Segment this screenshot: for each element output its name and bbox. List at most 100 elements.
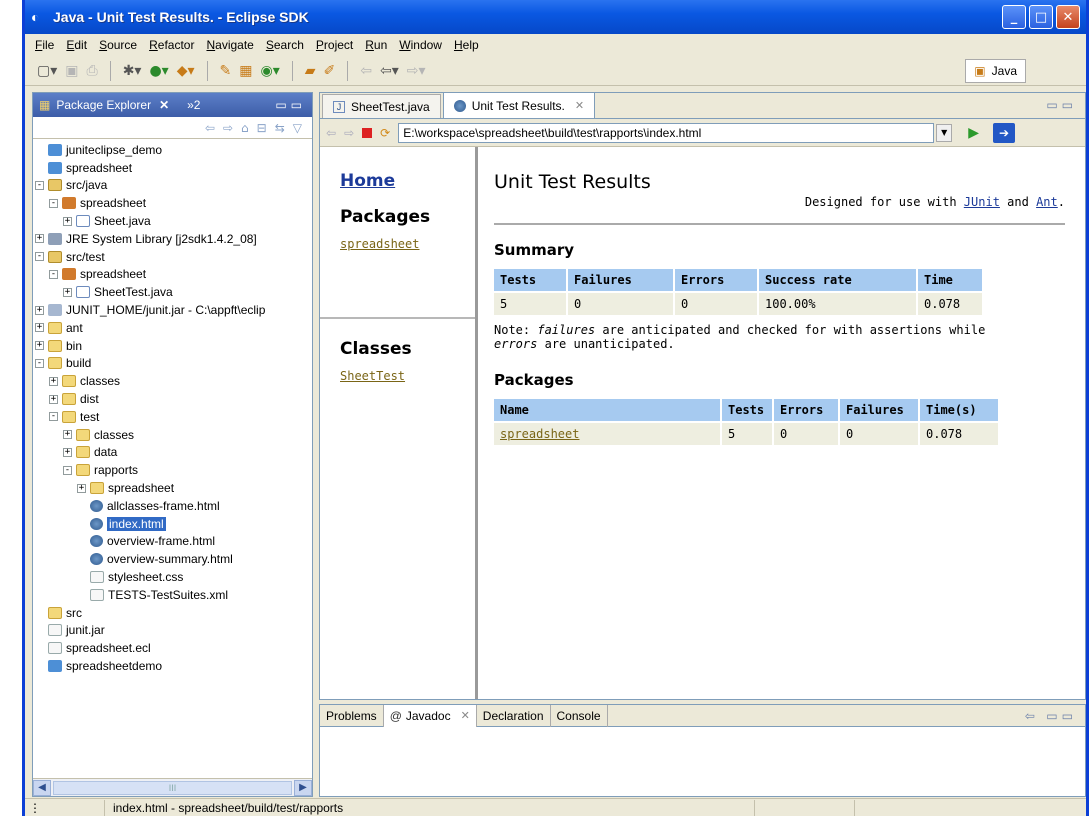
new-java-project-icon[interactable]: ✎ (220, 63, 232, 79)
new-class-icon[interactable]: ◉▾ (260, 63, 279, 79)
tab-sheettest-java[interactable]: J SheetTest.java (322, 94, 441, 118)
print-icon[interactable]: ⎙ (87, 63, 98, 79)
collapse-icon[interactable]: - (63, 465, 72, 475)
tree-item[interactable]: + classes (33, 372, 312, 390)
back-nav-icon[interactable]: ⇦ (205, 121, 215, 135)
tree-item[interactable]: index.html (33, 515, 312, 533)
tree-item[interactable]: spreadsheet (33, 159, 312, 177)
expand-icon[interactable]: + (49, 394, 58, 404)
expand-icon[interactable]: + (35, 323, 44, 333)
tree-item[interactable]: + JRE System Library [j2sdk1.4.2_08] (33, 230, 312, 248)
menu-run[interactable]: Run (359, 38, 393, 52)
stop-icon[interactable] (362, 127, 373, 138)
tree-item[interactable]: - rapports (33, 461, 312, 479)
url-dropdown-icon[interactable]: ▼ (936, 123, 953, 142)
forward-nav-icon[interactable]: ⇨ (223, 121, 233, 135)
tree-item[interactable]: juniteclipse_demo (33, 141, 312, 159)
back-icon[interactable]: ⇦▾ (380, 63, 399, 79)
tab-console[interactable]: Console (549, 704, 608, 727)
scroll-thumb[interactable]: III (53, 780, 292, 795)
tree-item[interactable]: + dist (33, 390, 312, 408)
ant-link[interactable]: Ant (1036, 195, 1058, 209)
open-type-icon[interactable]: ▰ (305, 63, 316, 79)
close-tab-icon[interactable]: ✕ (461, 709, 470, 722)
tree-item[interactable]: - src/java (33, 177, 312, 195)
go-icon[interactable]: ▶ (968, 125, 979, 141)
close-view-icon[interactable]: ✕ (159, 98, 169, 112)
tree-item[interactable]: + classes (33, 426, 312, 444)
expand-icon[interactable]: + (63, 287, 72, 297)
browser-forward-icon[interactable]: ⇨ (344, 126, 354, 140)
menu-file[interactable]: File (29, 38, 60, 52)
minimize-button[interactable]: _ (1002, 5, 1026, 29)
collapse-icon[interactable]: - (35, 180, 44, 190)
close-button[interactable]: ✕ (1056, 5, 1080, 29)
run-icon[interactable]: ●▾ (149, 63, 168, 79)
collapse-icon[interactable]: - (49, 198, 58, 208)
tree-item[interactable]: - test (33, 408, 312, 426)
search-icon[interactable]: ✐ (324, 63, 336, 79)
menu-search[interactable]: Search (260, 38, 310, 52)
tree-item[interactable]: + ant (33, 319, 312, 337)
view-minmax-icons[interactable]: ⇦ ▭▭ (1025, 709, 1077, 723)
tree-item[interactable]: overview-frame.html (33, 533, 312, 551)
expand-icon[interactable]: + (35, 341, 44, 351)
forward-icon[interactable]: ⇨▾ (407, 63, 426, 79)
tree-item[interactable]: spreadsheetdemo (33, 657, 312, 675)
external-tools-icon[interactable]: ◆▾ (177, 63, 195, 79)
tree-item[interactable]: - spreadsheet (33, 266, 312, 284)
refresh-icon[interactable]: ⟳ (380, 126, 390, 140)
menu-help[interactable]: Help (448, 38, 485, 52)
debug-icon[interactable]: ✱▾ (123, 63, 142, 79)
tab-unit-test-results[interactable]: Unit Test Results. ✕ (442, 92, 596, 118)
close-tab-icon[interactable]: ✕ (575, 99, 584, 112)
new-icon[interactable]: ▢▾ (37, 63, 57, 79)
tree-item[interactable]: TESTS-TestSuites.xml (33, 586, 312, 604)
home-link[interactable]: Home (340, 171, 475, 191)
expand-icon[interactable]: + (35, 305, 44, 315)
expand-icon[interactable]: + (77, 483, 86, 493)
tree-item[interactable]: + bin (33, 337, 312, 355)
junit-link[interactable]: JUnit (964, 195, 1000, 209)
last-edit-icon[interactable]: ⇦ (360, 63, 372, 79)
tree-item[interactable]: + data (33, 444, 312, 462)
scroll-right-button[interactable]: ▶ (294, 779, 312, 796)
more-views-button[interactable]: »2 (187, 98, 200, 112)
tree-item[interactable]: junit.jar (33, 622, 312, 640)
tree-item[interactable]: spreadsheet.ecl (33, 639, 312, 657)
package-explorer-tab[interactable]: ▦ Package Explorer ✕ »2 ▭▭ (33, 93, 312, 117)
collapse-icon[interactable]: - (49, 412, 58, 422)
java-perspective-button[interactable]: ▣ Java (965, 58, 1026, 83)
package-link[interactable]: spreadsheet (500, 427, 579, 441)
browser-back-icon[interactable]: ⇦ (326, 126, 336, 140)
tree-item[interactable]: + Sheet.java (33, 212, 312, 230)
save-icon[interactable]: ▣ (65, 63, 78, 79)
class-nav-link[interactable]: SheetTest (340, 369, 405, 383)
menu-navigate[interactable]: Navigate (200, 38, 259, 52)
collapse-icon[interactable]: - (35, 358, 44, 368)
tree-item[interactable]: + spreadsheet (33, 479, 312, 497)
collapse-all-icon[interactable]: ⊟ (257, 121, 267, 135)
editor-minmax-icons[interactable]: ▭▭ (1046, 98, 1077, 112)
tab-problems[interactable]: Problems (320, 704, 384, 727)
view-minmax-icons[interactable]: ▭▭ (275, 98, 306, 112)
horizontal-scrollbar[interactable]: ◀ III ▶ (33, 778, 312, 796)
collapse-icon[interactable]: - (35, 252, 44, 262)
maximize-button[interactable]: □ (1029, 5, 1053, 29)
menu-window[interactable]: Window (393, 38, 448, 52)
view-menu-icon[interactable]: ▽ (293, 121, 302, 135)
expand-icon[interactable]: + (63, 430, 72, 440)
scroll-left-button[interactable]: ◀ (33, 779, 51, 796)
menu-edit[interactable]: Edit (60, 38, 93, 52)
expand-icon[interactable]: + (35, 234, 44, 244)
tree-item[interactable]: - src/test (33, 248, 312, 266)
tree-item[interactable]: + JUNIT_HOME/junit.jar - C:\appft\eclip (33, 301, 312, 319)
new-package-icon[interactable]: ▦ (239, 63, 252, 79)
tree-item[interactable]: + SheetTest.java (33, 283, 312, 301)
menu-refactor[interactable]: Refactor (143, 38, 200, 52)
expand-icon[interactable]: + (63, 447, 72, 457)
open-external-browser-icon[interactable]: ➔ (992, 122, 1015, 143)
tree-item[interactable]: overview-summary.html (33, 550, 312, 568)
tree-item[interactable]: - build (33, 355, 312, 373)
package-nav-link[interactable]: spreadsheet (340, 237, 419, 251)
